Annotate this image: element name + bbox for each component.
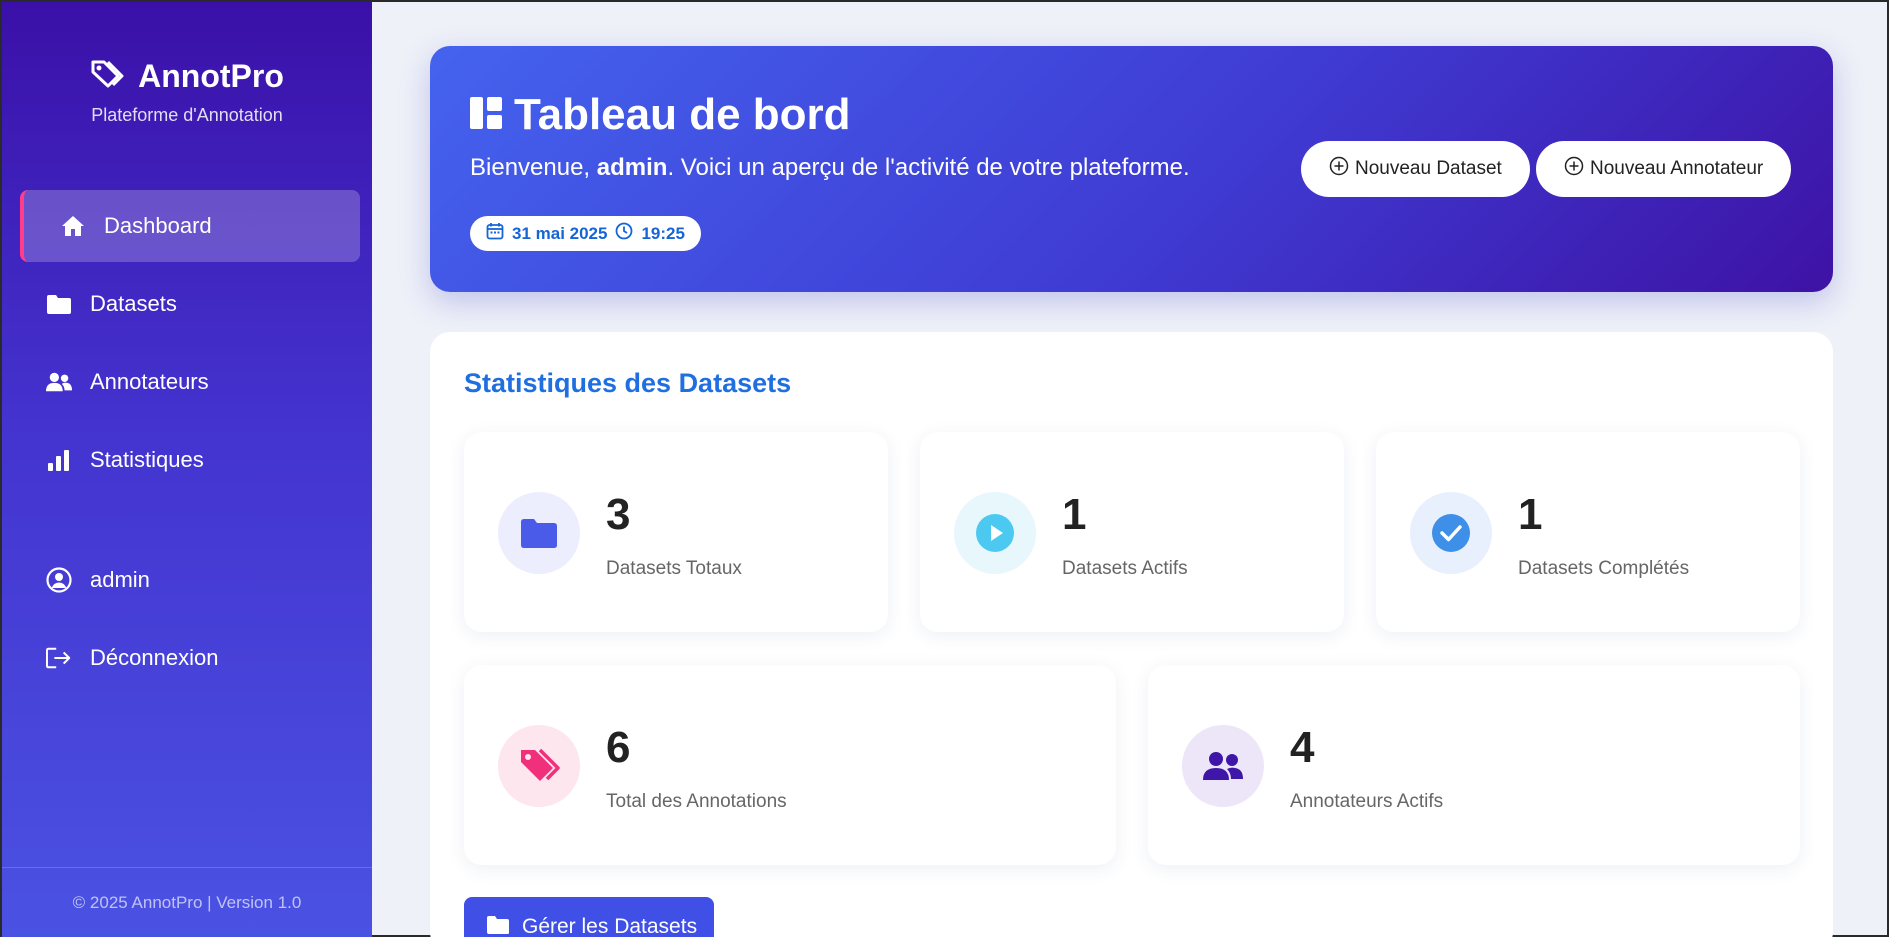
new-annotator-button[interactable]: Nouveau Annotateur [1536, 141, 1792, 197]
new-dataset-label: Nouveau Dataset [1355, 158, 1502, 179]
stat-label: Datasets Complétés [1518, 558, 1690, 579]
clock-icon [615, 222, 633, 245]
sidebar-item-statistiques[interactable]: Statistiques [20, 424, 360, 496]
sidebar-user-section: admin Déconnexion [20, 544, 360, 700]
stat-card-total-datasets: 3 Datasets Totaux [464, 432, 888, 632]
plus-circle-icon [1329, 156, 1349, 182]
welcome-suffix: . Voici un aperçu de l'activité de votre… [667, 154, 1190, 181]
stat-card-active-annotators: 4 Annotateurs Actifs [1148, 665, 1800, 865]
brand-title: AnnotPro [138, 58, 284, 94]
page-title-text: Tableau de bord [514, 90, 851, 139]
user-label: admin [90, 567, 150, 592]
manage-datasets-button[interactable]: Gérer les Datasets [464, 897, 714, 937]
home-icon [60, 213, 86, 239]
folder-icon [46, 291, 72, 317]
sidebar-item-label: Datasets [90, 291, 177, 316]
sidebar-item-label: Dashboard [104, 213, 212, 238]
stat-value: 1 [1062, 490, 1087, 539]
sidebar-item-label: Annotateurs [90, 369, 209, 394]
sidebar-item-label: Statistiques [90, 447, 204, 472]
brand-subtitle: Plateforme d'Annotation [91, 105, 283, 125]
date-time-badge: 31 mai 2025 19:25 [470, 216, 701, 251]
brand[interactable]: AnnotPro Plateforme d'Annotation [2, 58, 372, 126]
time-text: 19:25 [641, 223, 685, 243]
play-circle-icon [954, 492, 1036, 574]
stat-label: Total des Annotations [606, 791, 787, 812]
user-circle-icon [46, 567, 72, 593]
welcome-message: Bienvenue, admin. Voici un aperçu de l'a… [470, 154, 1190, 182]
folder-icon [486, 915, 510, 937]
dataset-stats-card: Statistiques des Datasets 3 Datasets Tot… [430, 332, 1833, 937]
welcome-prefix: Bienvenue, [470, 154, 597, 181]
stat-card-active-datasets: 1 Datasets Actifs [920, 432, 1344, 632]
new-annotator-label: Nouveau Annotateur [1590, 158, 1764, 179]
manage-datasets-label: Gérer les Datasets [522, 915, 698, 937]
stat-label: Annotateurs Actifs [1290, 791, 1444, 812]
dashboard-header: Tableau de bord Bienvenue, admin. Voici … [430, 46, 1833, 292]
sidebar-item-logout[interactable]: Déconnexion [20, 622, 360, 694]
sidebar-item-datasets[interactable]: Datasets [20, 268, 360, 340]
stat-value: 4 [1290, 723, 1315, 772]
calendar-icon [486, 222, 504, 245]
new-dataset-button[interactable]: Nouveau Dataset [1301, 141, 1530, 197]
page-title: Tableau de bord [470, 90, 851, 140]
dashboard-icon [470, 90, 502, 140]
sidebar-item-user[interactable]: admin [20, 544, 360, 616]
users-icon [46, 369, 72, 395]
sidebar-footer: © 2025 AnnotPro | Version 1.0 [2, 867, 372, 937]
section-title: Statistiques des Datasets [464, 368, 792, 398]
plus-circle-icon [1564, 156, 1584, 182]
stat-value: 1 [1518, 490, 1543, 539]
sidebar: AnnotPro Plateforme d'Annotation Dashboa… [2, 2, 372, 937]
stat-value: 3 [606, 490, 631, 539]
sidebar-nav: Dashboard Datasets Annotateurs Statistiq… [20, 190, 360, 502]
sidebar-item-dashboard[interactable]: Dashboard [20, 190, 360, 262]
stat-label: Datasets Totaux [606, 558, 742, 579]
bar-chart-icon [46, 447, 72, 473]
users-icon [1182, 725, 1264, 807]
logout-icon [46, 645, 72, 671]
stat-label: Datasets Actifs [1062, 558, 1188, 579]
welcome-username: admin [596, 154, 668, 181]
tags-icon [90, 59, 124, 94]
date-text: 31 mai 2025 [512, 223, 608, 243]
tags-icon [498, 725, 580, 807]
stat-value: 6 [606, 723, 631, 772]
stat-card-total-annotations: 6 Total des Annotations [464, 665, 1116, 865]
folder-icon [498, 492, 580, 574]
stat-card-completed-datasets: 1 Datasets Complétés [1376, 432, 1800, 632]
check-circle-icon [1410, 492, 1492, 574]
sidebar-item-annotateurs[interactable]: Annotateurs [20, 346, 360, 418]
logout-label: Déconnexion [90, 645, 219, 670]
